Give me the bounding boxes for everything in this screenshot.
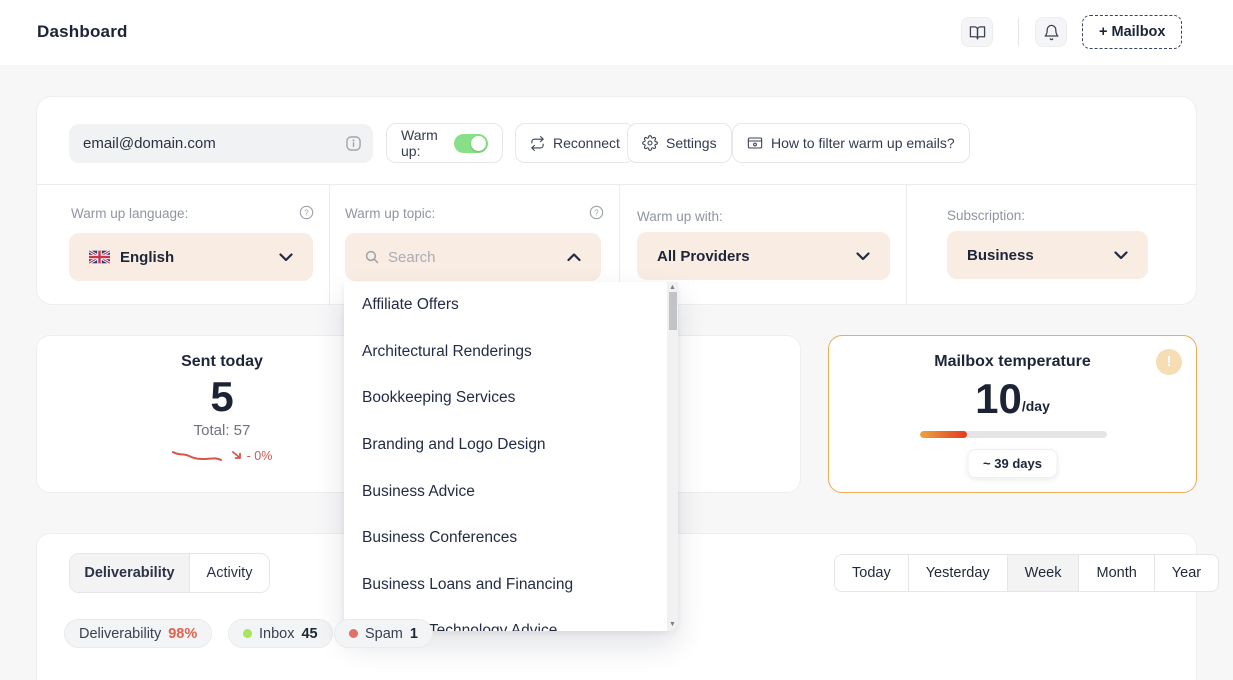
temperature-progress-fill [920, 431, 967, 438]
inbox-dot-icon [243, 629, 252, 638]
topic-option[interactable]: Business Advice [344, 468, 678, 515]
filter-divider [329, 185, 330, 306]
provider-label: Warm up with: [637, 209, 723, 224]
gear-icon [642, 135, 658, 151]
language-label: Warm up language: [71, 206, 188, 221]
topic-search-input[interactable]: Search [345, 233, 601, 281]
email-value: email@domain.com [83, 135, 346, 152]
topic-label: Warm up topic: [345, 206, 435, 221]
subscription-value: Business [967, 247, 1034, 264]
info-icon[interactable] [346, 136, 361, 151]
subscription-select[interactable]: Business [947, 231, 1148, 279]
topic-option[interactable]: Bookkeeping Services [344, 375, 678, 422]
chevron-down-icon [1114, 251, 1128, 260]
video-folder-icon [747, 135, 763, 151]
warmup-toggle-card: Warm up: [386, 123, 503, 163]
time-filter-year[interactable]: Year [1155, 555, 1218, 591]
svg-text:?: ? [594, 208, 599, 217]
tab-deliverability[interactable]: Deliverability [70, 554, 190, 592]
reconnect-label: Reconnect [553, 135, 620, 151]
temperature-value-row: 10 /day [829, 377, 1196, 421]
report-tabs: Deliverability Activity [69, 553, 270, 593]
spam-dot-icon [349, 629, 358, 638]
chevron-up-icon [567, 253, 581, 262]
scroll-down-icon[interactable]: ▼ [667, 620, 678, 630]
badge-value: 1 [410, 626, 418, 642]
page-title: Dashboard [37, 22, 128, 42]
language-select[interactable]: English [69, 233, 313, 281]
subscription-label: Subscription: [947, 208, 1025, 223]
time-filter-month[interactable]: Month [1079, 555, 1154, 591]
email-input[interactable]: email@domain.com [69, 124, 373, 163]
temperature-value: 10 [975, 377, 1022, 421]
topic-option[interactable]: Affiliate Offers [344, 282, 678, 329]
trend-label: - 0% [247, 449, 273, 463]
reconnect-icon [530, 136, 545, 151]
temperature-alert-icon[interactable]: ! [1156, 349, 1182, 375]
time-filter-group: Today Yesterday Week Month Year [834, 554, 1219, 592]
filter-help-label: How to filter warm up emails? [771, 135, 955, 151]
deliverability-badge: Deliverability 98% [64, 619, 212, 648]
temperature-progress-track [920, 431, 1107, 438]
topic-option[interactable]: Business Loans and Financing [344, 562, 678, 609]
badge-label: Deliverability [79, 626, 161, 642]
filter-help-button[interactable]: How to filter warm up emails? [732, 123, 970, 163]
mailbox-settings-card: email@domain.com Warm up: Reconnect Sett… [36, 96, 1197, 305]
provider-select[interactable]: All Providers [637, 232, 890, 280]
uk-flag-icon [89, 250, 110, 264]
language-value: English [120, 249, 174, 266]
dropdown-scrollbar[interactable]: ▲ ▼ [667, 282, 678, 631]
chevron-down-icon [856, 252, 870, 261]
add-mailbox-button[interactable]: + Mailbox [1082, 15, 1182, 49]
badge-label: Spam [365, 626, 403, 642]
spam-badge: Spam 1 [334, 619, 433, 648]
provider-value: All Providers [657, 248, 750, 265]
topic-dropdown-panel: Affiliate Offers Architectural Rendering… [344, 282, 678, 631]
help-icon[interactable]: ? [299, 205, 314, 220]
time-filter-yesterday[interactable]: Yesterday [909, 555, 1008, 591]
badge-value: 45 [301, 626, 317, 642]
trend-sparkline [172, 448, 228, 463]
settings-label: Settings [666, 135, 717, 151]
topic-option[interactable]: Architectural Renderings [344, 329, 678, 376]
badge-label: Inbox [259, 626, 294, 642]
mailbox-temperature-card: ! Mailbox temperature 10 /day ~ 39 days [828, 335, 1197, 493]
temperature-duration-badge: ~ 39 days [967, 449, 1058, 478]
chevron-down-icon [279, 253, 293, 262]
svg-text:?: ? [304, 208, 309, 217]
docs-button[interactable] [961, 17, 993, 47]
notifications-button[interactable] [1035, 17, 1067, 47]
settings-button[interactable]: Settings [627, 123, 732, 163]
filter-divider [906, 185, 907, 306]
book-icon [969, 24, 986, 41]
reconnect-button[interactable]: Reconnect [515, 123, 635, 163]
tab-activity[interactable]: Activity [190, 554, 269, 592]
app-root: Dashboard + Mailbox email@domain.com War… [0, 0, 1233, 680]
badge-value: 98% [168, 626, 197, 642]
time-filter-week[interactable]: Week [1008, 555, 1080, 591]
help-icon[interactable]: ? [589, 205, 604, 220]
warmup-toggle[interactable] [454, 134, 488, 153]
warmup-label: Warm up: [401, 127, 446, 159]
top-header: Dashboard + Mailbox [0, 0, 1233, 65]
trend-arrow-icon [232, 451, 243, 461]
temperature-title: Mailbox temperature [829, 353, 1196, 371]
scrollbar-thumb[interactable] [669, 292, 677, 330]
time-filter-today[interactable]: Today [835, 555, 909, 591]
inbox-badge: Inbox 45 [228, 619, 333, 648]
toggle-knob [471, 136, 486, 151]
topic-option[interactable]: Business Conferences [344, 515, 678, 562]
temperature-unit: /day [1022, 398, 1050, 421]
search-icon [365, 250, 379, 264]
topic-search-placeholder: Search [388, 249, 436, 266]
topic-option[interactable]: Branding and Logo Design [344, 422, 678, 469]
bell-icon [1043, 24, 1060, 41]
header-divider [1018, 18, 1019, 46]
